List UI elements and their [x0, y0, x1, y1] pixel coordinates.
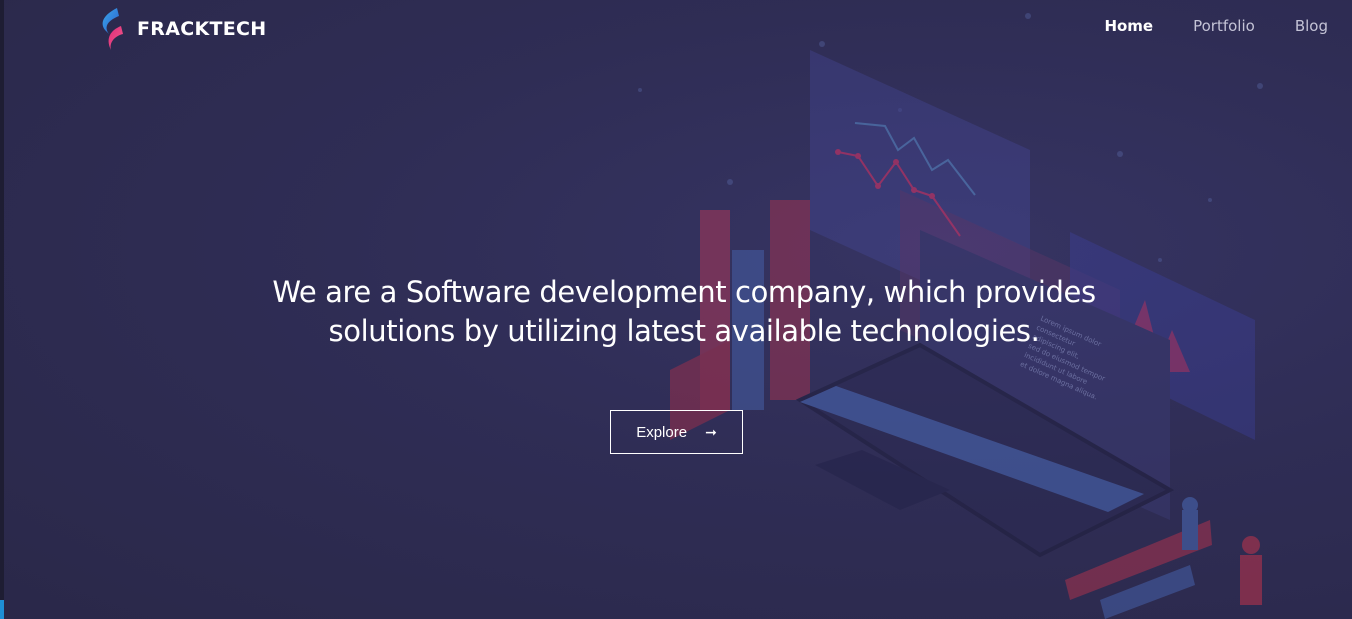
brand-logo[interactable]: FRACKTECH	[95, 6, 266, 52]
nav-item-home[interactable]: Home	[1104, 17, 1153, 35]
explore-button-label: Explore	[636, 423, 688, 441]
arrow-right-icon: ➞	[705, 424, 717, 440]
hero-heading-line-2: solutions by utilizing latest available …	[328, 314, 1040, 348]
brand-name: FRACKTECH	[137, 18, 267, 40]
window-edge-accent	[0, 600, 4, 619]
hero-heading-line-1: We are a Software development company, w…	[272, 275, 1096, 309]
window-edge	[0, 0, 4, 619]
explore-button[interactable]: Explore ➞	[610, 410, 743, 454]
landing-page: Lorem ipsum dolor consectetur adipiscing…	[0, 0, 1352, 619]
nav-item-portfolio[interactable]: Portfolio	[1193, 17, 1255, 35]
main-nav: Home Portfolio Blog	[1104, 17, 1328, 35]
fracktech-logo-icon	[102, 8, 123, 50]
site-header: FRACKTECH Home Portfolio Blog	[0, 0, 1352, 60]
nav-item-blog[interactable]: Blog	[1295, 17, 1328, 35]
hero-heading: We are a Software development company, w…	[220, 273, 1148, 351]
